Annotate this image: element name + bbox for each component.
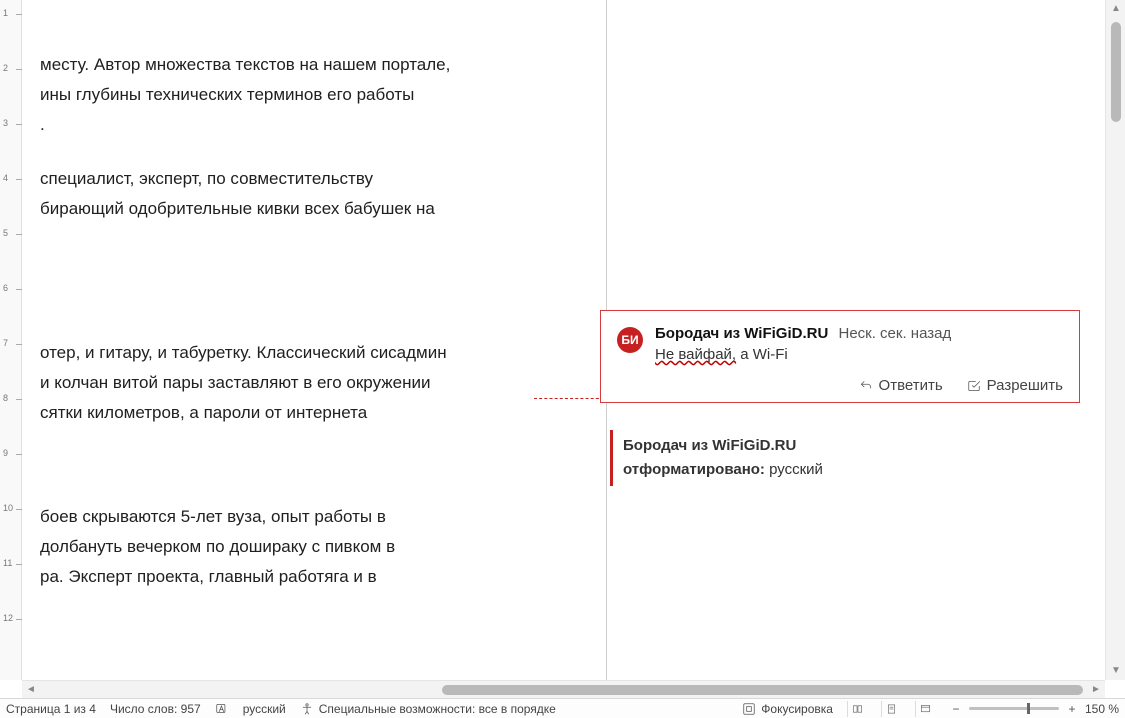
web-layout-button[interactable]	[915, 701, 935, 717]
comment-timestamp: Неск. сек. назад	[838, 325, 951, 342]
tracked-label: отформатировано:	[623, 461, 765, 478]
avatar: БИ	[617, 327, 643, 353]
zoom-slider-knob[interactable]	[1027, 703, 1030, 714]
ruler-tick: 11	[0, 558, 22, 568]
ruler-tick: 10	[0, 503, 22, 513]
check-icon	[967, 379, 981, 393]
focus-label: Фокусировка	[761, 702, 833, 716]
comment-author: Бородач из WiFiGiD.RU	[655, 325, 828, 342]
zoom-out-button[interactable]: −	[949, 702, 963, 716]
reply-label: Ответить	[879, 377, 943, 394]
tracked-value: русский	[765, 461, 823, 478]
paragraph[interactable]: отер, и гитару, и табуретку. Классически…	[32, 338, 606, 428]
zoom-in-button[interactable]: +	[1065, 702, 1079, 716]
ruler-tick: 12	[0, 613, 22, 623]
resolve-label: Разрешить	[987, 377, 1063, 394]
accessibility-label: Специальные возможности: все в порядке	[319, 702, 556, 716]
scroll-up-arrow-icon[interactable]: ▲	[1106, 0, 1125, 18]
ruler-tick: 3	[0, 118, 22, 128]
resolve-button[interactable]: Разрешить	[967, 377, 1063, 394]
comment-text-rest: а Wi-Fi	[736, 346, 788, 363]
comment-text: Не вайфай, а Wi-Fi	[655, 346, 1063, 363]
language-indicator[interactable]: русский	[243, 702, 286, 716]
ruler-tick: 5	[0, 228, 22, 238]
zoom-control[interactable]: − + 150 %	[949, 702, 1119, 716]
paragraph[interactable]: боев скрываются 5-лет вуза, опыт работы …	[32, 502, 606, 592]
zoom-slider[interactable]	[969, 707, 1059, 710]
document-page[interactable]: месту. Автор множества текстов на нашем …	[32, 0, 607, 680]
ruler-tick: 2	[0, 63, 22, 73]
tracked-author: Бородач из WiFiGiD.RU	[623, 437, 796, 454]
print-layout-button[interactable]	[881, 701, 901, 717]
accessibility-icon	[300, 702, 314, 716]
horizontal-scrollbar[interactable]: ◄ ►	[22, 680, 1105, 698]
ruler-tick: 1	[0, 8, 22, 18]
scroll-down-arrow-icon[interactable]: ▼	[1106, 662, 1125, 680]
ruler-tick: 4	[0, 173, 22, 183]
reply-icon	[859, 379, 873, 393]
book-icon	[852, 702, 863, 716]
ruler-tick: 8	[0, 393, 22, 403]
zoom-value[interactable]: 150 %	[1085, 702, 1119, 716]
scroll-left-arrow-icon[interactable]: ◄	[22, 681, 40, 699]
ruler-tick: 9	[0, 448, 22, 458]
spellcheck-button[interactable]	[215, 702, 229, 716]
page-indicator[interactable]: Страница 1 из 4	[6, 702, 96, 716]
vertical-scrollbar[interactable]: ▲ ▼	[1105, 0, 1125, 680]
focus-icon	[742, 702, 756, 716]
web-icon	[920, 702, 931, 716]
paragraph[interactable]: месту. Автор множества текстов на нашем …	[32, 50, 606, 140]
accessibility-button[interactable]: Специальные возможности: все в порядке	[300, 702, 556, 716]
word-count[interactable]: Число слов: 957	[110, 702, 201, 716]
ruler-tick: 7	[0, 338, 22, 348]
comment-card[interactable]: БИ Бородач из WiFiGiD.RU Неск. сек. наза…	[600, 310, 1080, 403]
status-bar: Страница 1 из 4 Число слов: 957 русский …	[0, 698, 1125, 718]
comment-connector	[534, 398, 604, 399]
vertical-scroll-thumb[interactable]	[1111, 22, 1121, 122]
spellcheck-icon	[215, 702, 229, 716]
focus-mode-button[interactable]: Фокусировка	[742, 702, 833, 716]
horizontal-scroll-thumb[interactable]	[442, 685, 1083, 695]
paragraph[interactable]: специалист, эксперт, по совместительству…	[32, 164, 606, 224]
page-icon	[886, 702, 897, 716]
vertical-ruler: 1 2 3 4 5 6 7 8 9 10 11 12	[0, 0, 22, 680]
tracked-change[interactable]: Бородач из WiFiGiD.RU отформатировано: р…	[610, 430, 1080, 486]
read-mode-button[interactable]	[847, 701, 867, 717]
ruler-tick: 6	[0, 283, 22, 293]
reply-button[interactable]: Ответить	[859, 377, 943, 394]
scroll-right-arrow-icon[interactable]: ►	[1087, 681, 1105, 699]
comment-text-underlined: Не вайфай,	[655, 346, 736, 363]
